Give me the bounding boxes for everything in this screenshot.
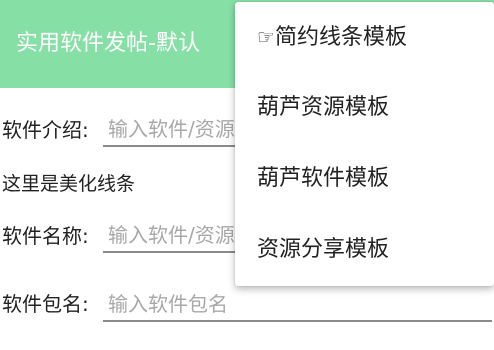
name-label: 软件名称: <box>2 224 89 248</box>
menu-item-label: 简约线条模板 <box>274 25 407 50</box>
package-input[interactable] <box>103 288 492 322</box>
intro-label: 软件介绍: <box>2 118 89 142</box>
menu-item-label: 葫芦资源模板 <box>257 95 390 120</box>
app-title: 实用软件发帖-默认 <box>16 31 200 56</box>
package-label: 软件包名: <box>2 292 89 316</box>
menu-item-resource-share-template[interactable]: 资源分享模板 <box>235 215 494 285</box>
menu-item-label: 资源分享模板 <box>257 237 390 262</box>
template-popup-menu: ☞简约线条模板 葫芦资源模板 葫芦软件模板 资源分享模板 <box>235 2 494 286</box>
menu-item-hulu-resource-template[interactable]: 葫芦资源模板 <box>235 73 494 143</box>
decor-line-text: 这里是美化线条 <box>2 173 136 195</box>
menu-item-simple-line-template[interactable]: ☞简约线条模板 <box>235 2 494 72</box>
menu-item-label: 葫芦软件模板 <box>257 166 390 191</box>
pointing-hand-icon: ☞ <box>257 25 275 49</box>
menu-item-hulu-software-template[interactable]: 葫芦软件模板 <box>235 144 494 214</box>
